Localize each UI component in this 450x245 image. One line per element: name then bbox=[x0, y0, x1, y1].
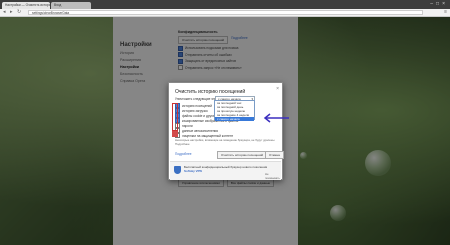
back-icon[interactable]: ◂ bbox=[3, 9, 6, 16]
browser-titlebar: Настройки — Очистить историю Вход –□× bbox=[0, 0, 450, 9]
more-link[interactable]: Подробнее bbox=[175, 152, 192, 156]
forward-icon[interactable]: ▸ bbox=[10, 9, 13, 16]
clear-history-dialog: Очистить историю посещений × Уничтожить … bbox=[168, 82, 284, 180]
cancel-button[interactable]: Отмена bbox=[265, 151, 284, 159]
annotation-highlight bbox=[172, 103, 178, 131]
browser-tab[interactable]: Настройки — Очистить историю bbox=[2, 2, 50, 9]
clear-data-button[interactable]: Очистить историю посещений bbox=[217, 151, 268, 159]
dialog-title: Очистить историю посещений bbox=[175, 89, 246, 95]
time-range-dropdown[interactable]: за последний час за последний день за пр… bbox=[214, 100, 255, 121]
window-controls[interactable]: –□× bbox=[430, 1, 448, 7]
vpn-promo: Бесплатный конфиденциальный браузер ново… bbox=[170, 161, 281, 180]
browser-toolbar: ◂ ▸ ↻ settings/clearBrowserData ≡ bbox=[0, 9, 450, 17]
shield-icon bbox=[174, 166, 181, 174]
reload-icon[interactable]: ↻ bbox=[17, 9, 21, 16]
promo-brand[interactable]: Softsky VPN bbox=[184, 169, 202, 173]
annotation-arrow-icon bbox=[263, 113, 289, 123]
dialog-note: Некоторые настройки, влияющие на поведен… bbox=[175, 138, 276, 146]
annotation-marker bbox=[172, 131, 178, 137]
browser-tab[interactable]: Вход bbox=[51, 2, 91, 9]
address-bar[interactable]: settings/clearBrowserData bbox=[28, 10, 423, 15]
close-icon[interactable]: × bbox=[276, 86, 279, 92]
menu-icon[interactable]: ≡ bbox=[444, 9, 447, 16]
promo-dismiss[interactable]: Не показывать bbox=[265, 172, 281, 180]
range-option-selected[interactable]: с самого начала bbox=[215, 117, 254, 121]
